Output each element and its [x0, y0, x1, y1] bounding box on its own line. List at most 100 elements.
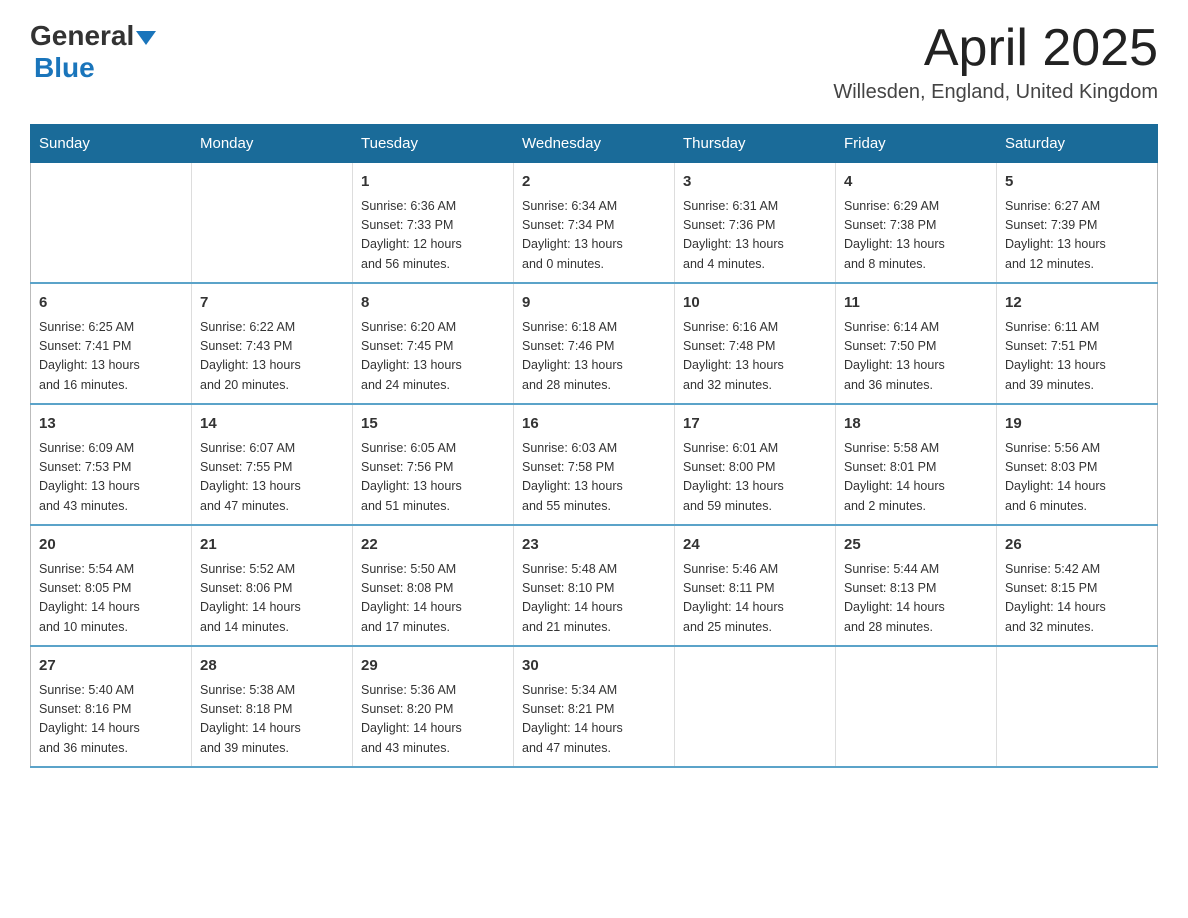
header-cell-saturday: Saturday	[997, 125, 1158, 163]
day-number: 27	[39, 655, 183, 678]
location: Willesden, England, United Kingdom	[833, 81, 1158, 104]
day-info: Sunrise: 5:58 AM Sunset: 8:01 PM Dayligh…	[844, 439, 988, 517]
day-number: 24	[683, 534, 827, 557]
calendar-cell: 18 Sunrise: 5:58 AM Sunset: 8:01 PM Dayli…	[836, 404, 997, 525]
week-row-4: 20 Sunrise: 5:54 AM Sunset: 8:05 PM Dayli…	[31, 525, 1158, 646]
day-info: Sunrise: 6:29 AM Sunset: 7:38 PM Dayligh…	[844, 197, 988, 275]
day-info: Sunrise: 6:11 AM Sunset: 7:51 PM Dayligh…	[1005, 318, 1149, 396]
calendar-cell: 5Sunrise: 6:27 AM Sunset: 7:39 PM Daylig…	[997, 163, 1158, 284]
day-number: 26	[1005, 534, 1149, 557]
day-info: Sunrise: 6:31 AM Sunset: 7:36 PM Dayligh…	[683, 197, 827, 275]
day-info: Sunrise: 5:52 AM Sunset: 8:06 PM Dayligh…	[200, 560, 344, 638]
day-number: 30	[522, 655, 666, 678]
day-number: 12	[1005, 292, 1149, 315]
calendar-cell: 29 Sunrise: 5:36 AM Sunset: 8:20 PM Dayli…	[353, 646, 514, 767]
day-number: 5	[1005, 171, 1149, 194]
logo-general-text: General	[30, 20, 134, 52]
calendar-cell	[192, 163, 353, 284]
calendar-cell: 28Sunrise: 5:38 AM Sunset: 8:18 PM Dayli…	[192, 646, 353, 767]
calendar-cell: 22Sunrise: 5:50 AM Sunset: 8:08 PM Dayli…	[353, 525, 514, 646]
day-info: Sunrise: 6:34 AM Sunset: 7:34 PM Dayligh…	[522, 197, 666, 275]
day-info: Sunrise: 6:14 AM Sunset: 7:50 PM Dayligh…	[844, 318, 988, 396]
calendar-cell: 26 Sunrise: 5:42 AM Sunset: 8:15 PM Dayli…	[997, 525, 1158, 646]
calendar-cell: 25 Sunrise: 5:44 AM Sunset: 8:13 PM Dayli…	[836, 525, 997, 646]
logo: General Blue	[30, 20, 156, 84]
calendar-cell: 6 Sunrise: 6:25 AM Sunset: 7:41 PM Daylig…	[31, 283, 192, 404]
header-right: April 2025 Willesden, England, United Ki…	[833, 20, 1158, 104]
day-info: Sunrise: 5:50 AM Sunset: 8:08 PM Dayligh…	[361, 560, 505, 638]
header-cell-tuesday: Tuesday	[353, 125, 514, 163]
day-number: 25	[844, 534, 988, 557]
calendar-header: SundayMondayTuesdayWednesdayThursdayFrid…	[31, 125, 1158, 163]
calendar-cell	[836, 646, 997, 767]
calendar-cell: 11 Sunrise: 6:14 AM Sunset: 7:50 PM Dayli…	[836, 283, 997, 404]
day-number: 10	[683, 292, 827, 315]
header-cell-monday: Monday	[192, 125, 353, 163]
calendar-cell: 12 Sunrise: 6:11 AM Sunset: 7:51 PM Dayli…	[997, 283, 1158, 404]
header-cell-wednesday: Wednesday	[514, 125, 675, 163]
day-number: 2	[522, 171, 666, 194]
calendar-cell: 13 Sunrise: 6:09 AM Sunset: 7:53 PM Dayli…	[31, 404, 192, 525]
day-info: Sunrise: 6:05 AM Sunset: 7:56 PM Dayligh…	[361, 439, 505, 517]
calendar-cell: 2 Sunrise: 6:34 AM Sunset: 7:34 PM Daylig…	[514, 163, 675, 284]
day-info: Sunrise: 5:42 AM Sunset: 8:15 PM Dayligh…	[1005, 560, 1149, 638]
calendar-cell: 24 Sunrise: 5:46 AM Sunset: 8:11 PM Dayli…	[675, 525, 836, 646]
calendar-cell: 7Sunrise: 6:22 AM Sunset: 7:43 PM Daylig…	[192, 283, 353, 404]
day-info: Sunrise: 5:48 AM Sunset: 8:10 PM Dayligh…	[522, 560, 666, 638]
day-number: 4	[844, 171, 988, 194]
day-info: Sunrise: 5:56 AM Sunset: 8:03 PM Dayligh…	[1005, 439, 1149, 517]
day-number: 18	[844, 413, 988, 436]
day-number: 8	[361, 292, 505, 315]
day-number: 14	[200, 413, 344, 436]
calendar-cell: 9 Sunrise: 6:18 AM Sunset: 7:46 PM Daylig…	[514, 283, 675, 404]
day-info: Sunrise: 5:46 AM Sunset: 8:11 PM Dayligh…	[683, 560, 827, 638]
day-number: 7	[200, 292, 344, 315]
day-info: Sunrise: 6:20 AM Sunset: 7:45 PM Dayligh…	[361, 318, 505, 396]
logo-blue-text: Blue	[34, 52, 95, 83]
day-number: 21	[200, 534, 344, 557]
day-number: 23	[522, 534, 666, 557]
day-info: Sunrise: 6:09 AM Sunset: 7:53 PM Dayligh…	[39, 439, 183, 517]
week-row-2: 6 Sunrise: 6:25 AM Sunset: 7:41 PM Daylig…	[31, 283, 1158, 404]
day-info: Sunrise: 6:03 AM Sunset: 7:58 PM Dayligh…	[522, 439, 666, 517]
month-title: April 2025	[833, 20, 1158, 77]
day-info: Sunrise: 6:18 AM Sunset: 7:46 PM Dayligh…	[522, 318, 666, 396]
day-info: Sunrise: 5:54 AM Sunset: 8:05 PM Dayligh…	[39, 560, 183, 638]
day-info: Sunrise: 6:25 AM Sunset: 7:41 PM Dayligh…	[39, 318, 183, 396]
calendar-cell: 4 Sunrise: 6:29 AM Sunset: 7:38 PM Daylig…	[836, 163, 997, 284]
header-cell-friday: Friday	[836, 125, 997, 163]
day-info: Sunrise: 5:44 AM Sunset: 8:13 PM Dayligh…	[844, 560, 988, 638]
header-cell-thursday: Thursday	[675, 125, 836, 163]
calendar-cell: 21 Sunrise: 5:52 AM Sunset: 8:06 PM Dayli…	[192, 525, 353, 646]
calendar-table: SundayMondayTuesdayWednesdayThursdayFrid…	[30, 124, 1158, 768]
calendar-cell	[997, 646, 1158, 767]
day-number: 20	[39, 534, 183, 557]
day-number: 9	[522, 292, 666, 315]
day-number: 6	[39, 292, 183, 315]
day-number: 17	[683, 413, 827, 436]
page-header: General Blue April 2025 Willesden, Engla…	[30, 20, 1158, 104]
week-row-3: 13 Sunrise: 6:09 AM Sunset: 7:53 PM Dayli…	[31, 404, 1158, 525]
day-info: Sunrise: 6:16 AM Sunset: 7:48 PM Dayligh…	[683, 318, 827, 396]
day-number: 29	[361, 655, 505, 678]
day-info: Sunrise: 5:36 AM Sunset: 8:20 PM Dayligh…	[361, 681, 505, 759]
calendar-cell: 15 Sunrise: 6:05 AM Sunset: 7:56 PM Dayli…	[353, 404, 514, 525]
day-info: Sunrise: 6:36 AM Sunset: 7:33 PM Dayligh…	[361, 197, 505, 275]
day-number: 16	[522, 413, 666, 436]
calendar-cell: 23 Sunrise: 5:48 AM Sunset: 8:10 PM Dayli…	[514, 525, 675, 646]
day-info: Sunrise: 5:38 AM Sunset: 8:18 PM Dayligh…	[200, 681, 344, 759]
calendar-cell: 8 Sunrise: 6:20 AM Sunset: 7:45 PM Daylig…	[353, 283, 514, 404]
day-number: 15	[361, 413, 505, 436]
calendar-cell: 16 Sunrise: 6:03 AM Sunset: 7:58 PM Dayli…	[514, 404, 675, 525]
week-row-5: 27Sunrise: 5:40 AM Sunset: 8:16 PM Dayli…	[31, 646, 1158, 767]
day-number: 11	[844, 292, 988, 315]
day-info: Sunrise: 6:01 AM Sunset: 8:00 PM Dayligh…	[683, 439, 827, 517]
calendar-cell: 19 Sunrise: 5:56 AM Sunset: 8:03 PM Dayli…	[997, 404, 1158, 525]
day-info: Sunrise: 6:07 AM Sunset: 7:55 PM Dayligh…	[200, 439, 344, 517]
logo-triangle-icon	[136, 31, 156, 45]
day-number: 19	[1005, 413, 1149, 436]
calendar-cell: 3Sunrise: 6:31 AM Sunset: 7:36 PM Daylig…	[675, 163, 836, 284]
day-number: 13	[39, 413, 183, 436]
week-row-1: 1Sunrise: 6:36 AM Sunset: 7:33 PM Daylig…	[31, 163, 1158, 284]
header-row: SundayMondayTuesdayWednesdayThursdayFrid…	[31, 125, 1158, 163]
